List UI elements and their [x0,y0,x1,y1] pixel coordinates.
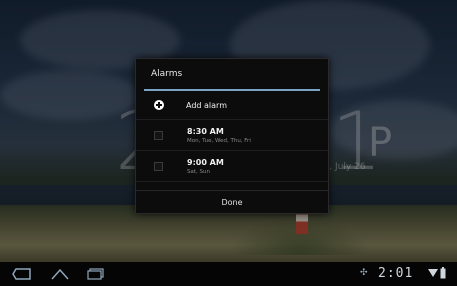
home-icon[interactable] [50,268,70,280]
alarm-item[interactable]: 8:30 AM Mon, Tue, Wed, Thu, Fri [136,120,328,151]
alarms-dialog: Alarms Add alarm 8:30 AM Mon, Tue, Wed, … [135,58,329,214]
alarm-time: 8:30 AM [187,126,224,136]
back-icon[interactable] [12,268,32,280]
battery-icon [440,267,446,279]
alarm-text: 9:00 AM Sat, Sun [187,158,224,175]
plus-circle-icon [154,100,164,110]
done-button[interactable]: Done [136,190,328,213]
alarm-text: 8:30 AM Mon, Tue, Wed, Thu, Fri [187,127,251,144]
wifi-icon [428,269,438,277]
add-alarm-row[interactable]: Add alarm [136,91,328,120]
alarm-days: Sat, Sun [187,168,210,175]
add-alarm-label: Add alarm [186,100,227,110]
status-notification-icon[interactable]: ✣ [360,268,368,278]
alarm-item[interactable]: 9:00 AM Sat, Sun [136,151,328,182]
dialog-title: Alarms [151,69,183,79]
alarm-checkbox[interactable] [154,161,163,171]
alarm-checkbox[interactable] [154,130,163,140]
recent-apps-icon[interactable] [86,268,106,280]
alarm-days: Mon, Tue, Wed, Thu, Fri [187,137,251,144]
system-clock[interactable]: 2:01 [378,266,413,281]
alarm-time: 9:00 AM [187,157,224,167]
